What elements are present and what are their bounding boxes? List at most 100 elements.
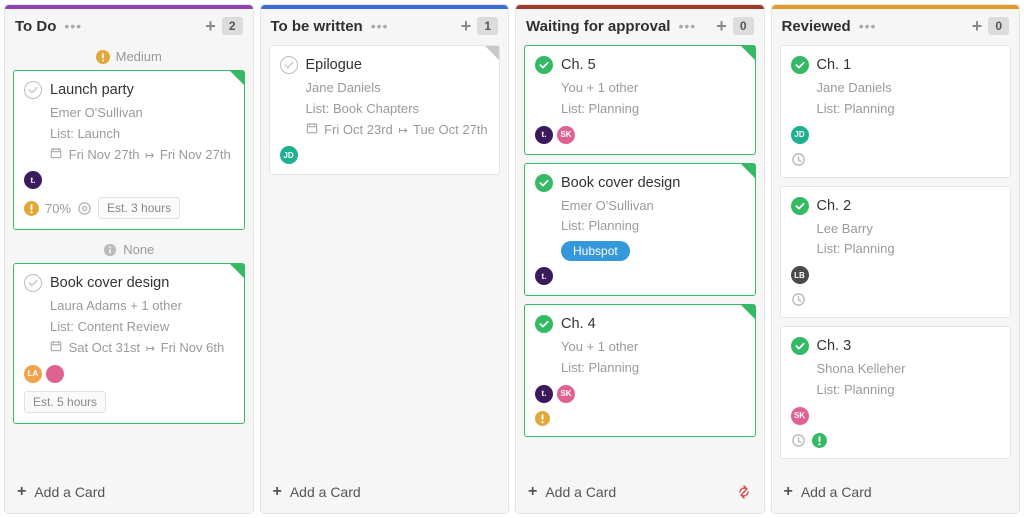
add-card-button[interactable]: + Add a Card xyxy=(772,471,1020,513)
column-header: Reviewed ••• + 0 xyxy=(772,9,1020,41)
card-owner: Jane Daniels xyxy=(791,78,1001,99)
card-title: Ch. 3 xyxy=(817,338,852,354)
check-open-icon[interactable] xyxy=(24,81,42,99)
card-title: Epilogue xyxy=(306,57,362,73)
card-avatars: JD xyxy=(791,126,1001,144)
column-menu-icon[interactable]: ••• xyxy=(857,19,879,33)
check-open-icon[interactable] xyxy=(24,274,42,292)
column-header: To be written ••• + 1 xyxy=(261,9,509,41)
card-list: List: Planning xyxy=(791,239,1001,260)
board: To Do ••• + 2 Medium Launch party Emer O… xyxy=(4,4,1020,514)
column-menu-icon[interactable]: ••• xyxy=(676,19,698,33)
check-done-icon[interactable] xyxy=(791,197,809,215)
card-dates: Fri Nov 27th ↦ Fri Nov 27th xyxy=(24,145,234,166)
check-done-icon[interactable] xyxy=(535,56,553,74)
column-waiting-for-approval: Waiting for approval ••• + 0 Ch. 5 You +… xyxy=(515,4,765,514)
column-header: Waiting for approval ••• + 0 xyxy=(516,9,764,41)
priority-group-medium: Medium xyxy=(13,45,245,70)
card-launch-party[interactable]: Launch party Emer O'Sullivan List: Launc… xyxy=(13,70,245,230)
clock-icon xyxy=(791,152,806,167)
card-title: Book cover design xyxy=(561,175,680,191)
priority-label: Medium xyxy=(116,49,162,64)
column-add-icon[interactable]: + xyxy=(972,17,983,35)
column-body: Ch. 1 Jane Daniels List: Planning JD Ch.… xyxy=(772,41,1020,471)
card-owner: Laura Adams + 1 other xyxy=(24,296,234,317)
card-book-cover-design[interactable]: Book cover design Laura Adams + 1 other … xyxy=(13,263,245,423)
avatar[interactable]: SK xyxy=(557,126,575,144)
column-add-icon[interactable]: + xyxy=(716,17,727,35)
card-book-cover-design-waiting[interactable]: Book cover design Emer O'Sullivan List: … xyxy=(524,163,756,297)
estimate-pill: Est. 5 hours xyxy=(24,391,106,413)
add-card-button[interactable]: + Add a Card xyxy=(5,471,253,513)
column-title[interactable]: Reviewed xyxy=(782,18,851,35)
card-epilogue[interactable]: Epilogue Jane Daniels List: Book Chapter… xyxy=(269,45,501,175)
column-title[interactable]: Waiting for approval xyxy=(526,18,670,35)
check-done-icon[interactable] xyxy=(791,337,809,355)
column-count: 1 xyxy=(477,17,498,35)
card-title: Ch. 2 xyxy=(817,198,852,214)
avatar[interactable]: JD xyxy=(280,146,298,164)
priority-icon xyxy=(96,50,110,64)
warning-icon xyxy=(535,411,550,426)
avatar[interactable]: JD xyxy=(791,126,809,144)
card-ch1[interactable]: Ch. 1 Jane Daniels List: Planning JD xyxy=(780,45,1012,178)
column-body: Medium Launch party Emer O'Sullivan List… xyxy=(5,41,253,471)
card-corner-icon xyxy=(741,46,755,60)
column-count: 0 xyxy=(988,17,1009,35)
card-avatars: LA xyxy=(24,365,234,383)
card-owner: Emer O'Sullivan xyxy=(535,196,745,217)
card-ch2[interactable]: Ch. 2 Lee Barry List: Planning LB xyxy=(780,186,1012,319)
card-list: List: Planning xyxy=(535,216,745,237)
card-title: Book cover design xyxy=(50,275,169,291)
add-card-button[interactable]: + Add a Card xyxy=(516,471,764,513)
card-ch4[interactable]: Ch. 4 You + 1 other List: Planning t. SK xyxy=(524,304,756,437)
card-avatars: JD xyxy=(280,146,490,164)
avatar[interactable] xyxy=(46,365,64,383)
card-owner: Emer O'Sullivan xyxy=(24,103,234,124)
column-title[interactable]: To be written xyxy=(271,18,363,35)
plus-icon: + xyxy=(528,483,537,501)
check-done-icon[interactable] xyxy=(535,315,553,333)
avatar[interactable]: t. xyxy=(24,171,42,189)
tag-hubspot[interactable]: Hubspot xyxy=(561,241,630,261)
column-menu-icon[interactable]: ••• xyxy=(369,19,391,33)
calendar-icon xyxy=(50,147,62,159)
column-menu-icon[interactable]: ••• xyxy=(62,19,84,33)
card-owner: You + 1 other xyxy=(535,78,745,99)
card-owner: Jane Daniels xyxy=(280,78,490,99)
card-ch5[interactable]: Ch. 5 You + 1 other List: Planning t. SK xyxy=(524,45,756,155)
calendar-icon xyxy=(306,122,318,134)
recurring-icon[interactable] xyxy=(736,484,752,500)
avatar[interactable]: LB xyxy=(791,266,809,284)
avatar[interactable]: SK xyxy=(557,385,575,403)
card-title: Ch. 5 xyxy=(561,57,596,73)
column-reviewed: Reviewed ••• + 0 Ch. 1 Jane Daniels List… xyxy=(771,4,1021,514)
card-ch3[interactable]: Ch. 3 Shona Kelleher List: Planning SK xyxy=(780,326,1012,459)
card-list: List: Planning xyxy=(791,99,1001,120)
column-title[interactable]: To Do xyxy=(15,18,56,35)
card-footer: 70% Est. 3 hours xyxy=(24,197,234,219)
column-add-icon[interactable]: + xyxy=(461,17,472,35)
column-count: 0 xyxy=(733,17,754,35)
card-owner: Lee Barry xyxy=(791,219,1001,240)
card-avatars: t. xyxy=(24,171,234,189)
column-header: To Do ••• + 2 xyxy=(5,9,253,41)
avatar[interactable]: SK xyxy=(791,407,809,425)
avatar[interactable]: t. xyxy=(535,385,553,403)
add-card-button[interactable]: + Add a Card xyxy=(261,471,509,513)
column-add-icon[interactable]: + xyxy=(205,17,216,35)
card-list: List: Book Chapters xyxy=(280,99,490,120)
avatar[interactable]: LA xyxy=(24,365,42,383)
date-arrow-icon: ↦ xyxy=(143,148,156,166)
column-todo: To Do ••• + 2 Medium Launch party Emer O… xyxy=(4,4,254,514)
check-done-icon[interactable] xyxy=(791,56,809,74)
card-footer xyxy=(791,433,1001,448)
avatar[interactable]: t. xyxy=(535,267,553,285)
column-body: Epilogue Jane Daniels List: Book Chapter… xyxy=(261,41,509,471)
check-open-icon[interactable] xyxy=(280,56,298,74)
check-done-icon[interactable] xyxy=(535,174,553,192)
card-footer xyxy=(791,292,1001,307)
card-title: Ch. 1 xyxy=(817,57,852,73)
calendar-icon xyxy=(50,340,62,352)
avatar[interactable]: t. xyxy=(535,126,553,144)
